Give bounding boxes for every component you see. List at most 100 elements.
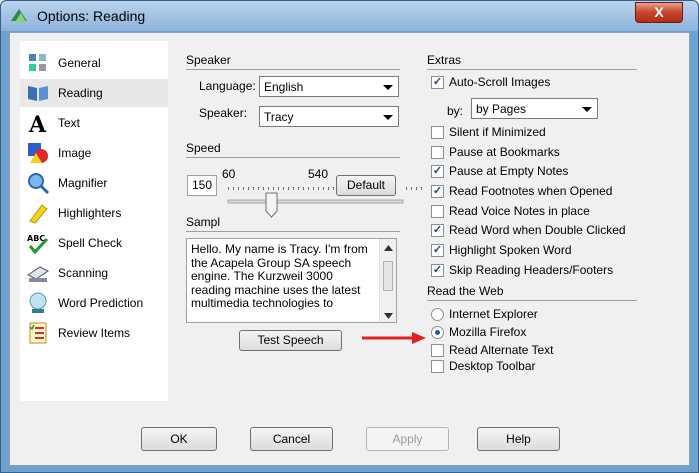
read-web-group-divider: [427, 300, 637, 301]
sidebar-item-label: Reading: [58, 86, 103, 100]
sidebar-item-label: General: [58, 56, 101, 70]
scroll-down-icon[interactable]: [384, 313, 393, 319]
speed-slider[interactable]: [220, 181, 430, 219]
sidebar-item-reading[interactable]: Reading: [20, 79, 168, 107]
checkbox-label: Read Voice Notes in place: [449, 204, 590, 218]
radio-button[interactable]: [431, 326, 444, 339]
scroll-by-dropdown[interactable]: by Pages: [471, 98, 598, 119]
read-footnotes-checkbox[interactable]: ✓ Read Footnotes when Opened: [431, 183, 641, 201]
general-icon: [29, 54, 46, 71]
speaker-value: Tracy: [264, 110, 294, 124]
sidebar-item-label: Highlighters: [58, 206, 122, 220]
sidebar-item-review-items[interactable]: Review Items: [20, 319, 168, 347]
scanner-icon: [27, 266, 49, 282]
pause-bookmarks-checkbox[interactable]: Pause at Bookmarks: [431, 144, 631, 162]
sidebar-item-word-prediction[interactable]: Word Prediction: [20, 289, 168, 317]
highlight-spoken-word-checkbox[interactable]: ✓ Highlight Spoken Word: [431, 242, 641, 260]
checkbox-box[interactable]: [431, 146, 444, 159]
checkbox-label: Skip Reading Headers/Footers: [449, 263, 614, 277]
checkbox-box[interactable]: [431, 344, 444, 357]
desktop-toolbar-checkbox[interactable]: Desktop Toolbar: [431, 358, 631, 376]
sidebar-item-label: Spell Check: [58, 236, 123, 250]
checkbox-label: Auto-Scroll Images: [449, 75, 551, 89]
checkbox-box[interactable]: [431, 126, 444, 139]
checkbox-label: Read Word when Double Clicked: [449, 223, 626, 237]
checkbox-label: Silent if Minimized: [449, 125, 546, 139]
speed-tick-min: 60: [222, 167, 236, 181]
silent-minimized-checkbox[interactable]: Silent if Minimized: [431, 124, 631, 142]
auto-scroll-checkbox[interactable]: ✓ Auto-Scroll Images: [431, 74, 631, 92]
dialog-client-area: General Reading A Text Image Magnifier H…: [9, 32, 690, 466]
checkbox-box[interactable]: ✓: [431, 165, 444, 178]
sidebar-item-general[interactable]: General: [20, 49, 168, 77]
speaker-dropdown[interactable]: Tracy: [259, 106, 399, 127]
speed-group-title: Speed: [186, 141, 221, 155]
radio-button[interactable]: [431, 308, 444, 321]
help-button[interactable]: Help: [477, 427, 560, 451]
checkbox-label: Read Footnotes when Opened: [449, 184, 613, 198]
close-button[interactable]: X: [635, 2, 683, 23]
speed-value-box: 150: [187, 175, 217, 196]
checkbox-label: Highlight Spoken Word: [449, 243, 572, 257]
svg-text:A: A: [28, 112, 47, 135]
image-icon: [28, 143, 48, 163]
cancel-button[interactable]: Cancel: [250, 427, 333, 451]
sidebar-item-highlighters[interactable]: Highlighters: [20, 199, 168, 227]
checkbox-box[interactable]: ✓: [431, 185, 444, 198]
checkbox-box[interactable]: ✓: [431, 264, 444, 277]
sample-text-area[interactable]: Hello. My name is Tracy. I'm from the Ac…: [186, 238, 397, 323]
radio-internet-explorer[interactable]: Internet Explorer: [431, 306, 631, 324]
sample-scrollbar[interactable]: [379, 239, 396, 322]
sidebar-item-label: Scanning: [58, 266, 109, 280]
pause-empty-notes-checkbox[interactable]: ✓ Pause at Empty Notes: [431, 163, 631, 181]
radio-mozilla-firefox[interactable]: Mozilla Firefox: [431, 324, 631, 342]
checkbox-label: Pause at Bookmarks: [449, 145, 560, 159]
spell-check-icon: ABC: [27, 234, 49, 255]
read-voice-notes-checkbox[interactable]: Read Voice Notes in place: [431, 203, 641, 221]
skip-headers-footers-checkbox[interactable]: ✓ Skip Reading Headers/Footers: [431, 262, 641, 280]
scroll-thumb[interactable]: [383, 261, 393, 291]
speaker-group-divider: [186, 69, 400, 70]
radio-label: Internet Explorer: [449, 307, 538, 321]
highlighter-icon: [29, 204, 48, 224]
checkbox-label: Read Alternate Text: [449, 343, 554, 357]
checkbox-box[interactable]: ✓: [431, 224, 444, 237]
speaker-group-title: Speaker: [186, 53, 231, 67]
apply-button[interactable]: Apply: [366, 427, 449, 451]
checkbox-box[interactable]: ✓: [431, 244, 444, 257]
sidebar-item-label: Text: [58, 116, 81, 130]
checkbox-box[interactable]: ✓: [431, 76, 444, 89]
radio-label: Mozilla Firefox: [449, 325, 527, 339]
checkbox-label: Pause at Empty Notes: [449, 164, 569, 178]
extras-group-title: Extras: [427, 53, 462, 67]
ok-button[interactable]: OK: [141, 427, 217, 451]
sidebar-item-label: Magnifier: [58, 176, 108, 190]
sidebar-item-label: Review Items: [58, 326, 131, 340]
language-dropdown[interactable]: English: [259, 76, 399, 97]
options-window: Options: Reading X General Reading A Tex…: [0, 0, 699, 473]
sample-group-title: Sampl: [186, 215, 221, 229]
annotation-arrow-icon: [362, 332, 426, 344]
sidebar-item-magnifier[interactable]: Magnifier: [20, 169, 168, 197]
language-value: English: [264, 80, 304, 94]
sidebar-item-text[interactable]: A Text: [20, 109, 168, 137]
checkbox-box[interactable]: [431, 205, 444, 218]
default-speed-button[interactable]: Default: [336, 175, 396, 196]
crystal-ball-icon: [29, 292, 47, 313]
sidebar-item-image[interactable]: Image: [20, 139, 168, 167]
chevron-down-icon: [383, 85, 393, 90]
test-speech-button[interactable]: Test Speech: [239, 330, 342, 351]
sample-text: Hello. My name is Tracy. I'm from the Ac…: [191, 242, 368, 311]
checkbox-label: Desktop Toolbar: [449, 359, 536, 373]
sidebar-item-scanning[interactable]: Scanning: [20, 259, 168, 287]
scroll-up-icon[interactable]: [384, 245, 393, 251]
extras-group-divider: [427, 69, 637, 70]
language-label: Language:: [199, 79, 256, 93]
sidebar-item-label: Word Prediction: [58, 296, 144, 310]
read-word-double-click-checkbox[interactable]: ✓ Read Word when Double Clicked: [431, 222, 641, 240]
sample-group-divider: [186, 231, 400, 232]
title-bar[interactable]: Options: Reading X: [1, 1, 698, 31]
checkbox-box[interactable]: [431, 360, 444, 373]
chevron-down-icon: [582, 107, 592, 112]
sidebar-item-spell-check[interactable]: ABC Spell Check: [20, 229, 168, 257]
